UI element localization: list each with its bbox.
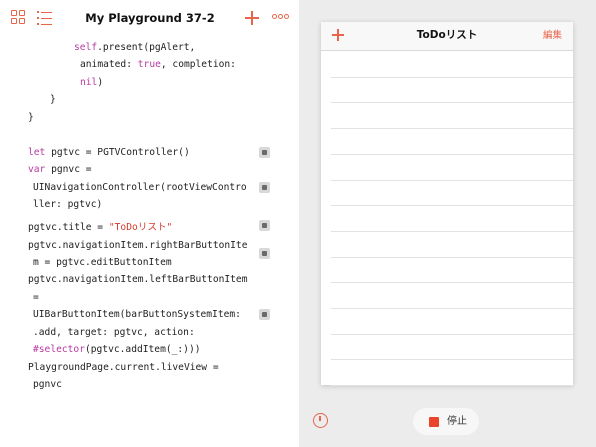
code-keyword: let xyxy=(28,147,46,158)
code-line[interactable]: animated: true, completion: xyxy=(80,59,236,71)
code-line[interactable]: PlaygroundPage.current.liveView = xyxy=(28,362,219,374)
live-view-panel: ToDoリスト 編集 停止 xyxy=(299,0,596,447)
result-badge-icon[interactable] xyxy=(259,182,270,193)
code-line[interactable]: = xyxy=(33,292,39,304)
code-text: animated: xyxy=(80,59,138,70)
result-badge-icon[interactable] xyxy=(259,248,270,259)
table-row-separator xyxy=(331,230,573,232)
code-text: , completion: xyxy=(160,59,236,70)
code-text: pgnvc xyxy=(33,379,62,390)
result-badge-icon[interactable] xyxy=(259,147,270,158)
code-line[interactable]: pgnvc xyxy=(33,379,62,391)
table-row-separator xyxy=(331,359,573,361)
result-badge-icon[interactable] xyxy=(259,220,270,231)
code-text: pgnvc = xyxy=(45,164,92,175)
code-text: .add, target: pgtvc, action: xyxy=(33,327,195,338)
code-line[interactable]: m = pgtvc.editButtonItem xyxy=(33,257,172,269)
code-line[interactable]: } xyxy=(50,94,56,106)
result-badge-icon[interactable] xyxy=(259,309,270,320)
navigation-bar: ToDoリスト 編集 xyxy=(321,22,573,51)
code-line[interactable]: ller: pgtvc) xyxy=(33,199,102,211)
live-view-device[interactable]: ToDoリスト 編集 xyxy=(321,22,573,387)
code-text: pgtvc = PGTVController() xyxy=(45,147,190,158)
table-row-separator xyxy=(331,256,573,258)
table-row-separator xyxy=(331,102,573,104)
stop-icon xyxy=(429,417,439,427)
code-text: pgtvc.title = xyxy=(28,222,109,233)
run-controls: 停止 xyxy=(299,400,596,447)
stop-label: 停止 xyxy=(447,416,467,427)
table-row-separator xyxy=(331,333,573,335)
stopwatch-icon[interactable] xyxy=(313,413,328,428)
table-row-separator xyxy=(331,385,573,387)
code-line[interactable]: UIBarButtonItem(barButtonSystemItem: xyxy=(33,309,241,321)
code-line[interactable]: let pgtvc = PGTVController() xyxy=(28,147,190,159)
edit-button[interactable]: 編集 xyxy=(543,29,562,42)
code-line[interactable]: self.present(pgAlert, xyxy=(74,42,195,54)
code-line[interactable]: pgtvc.title = "ToDoリスト" xyxy=(28,222,172,234)
code-keyword: #selector xyxy=(33,344,85,355)
table-row-separator xyxy=(331,308,573,309)
nav-title: ToDoリスト xyxy=(416,29,478,41)
code-keyword: true xyxy=(137,59,161,70)
code-text: ) xyxy=(97,77,104,88)
todo-table[interactable] xyxy=(321,51,573,387)
code-line[interactable]: UINavigationController(rootViewContro xyxy=(33,182,247,194)
table-row-separator xyxy=(331,205,573,207)
code-string: "ToDoリスト" xyxy=(108,222,173,233)
code-line[interactable]: } xyxy=(28,112,34,124)
table-row-separator xyxy=(331,128,573,130)
table-row-separator xyxy=(331,179,573,181)
code-line[interactable]: #selector(pgtvc.addItem(_:))) xyxy=(33,344,201,356)
code-line[interactable]: pgtvc.navigationItem.rightBarButtonIte xyxy=(28,240,248,252)
code-keyword: nil xyxy=(80,77,98,88)
code-area[interactable]: self.present(pgAlert, animated: true, co… xyxy=(0,0,299,447)
table-row-separator xyxy=(331,282,573,284)
code-text: pgtvc.navigationItem.leftBarButtonItem xyxy=(28,274,248,285)
code-text: PlaygroundPage.current.liveView = xyxy=(28,362,219,373)
code-text: = xyxy=(33,292,39,303)
stop-button[interactable]: 停止 xyxy=(413,408,479,435)
code-text: ller: pgtvc) xyxy=(33,199,103,210)
code-text: UIBarButtonItem(barButtonSystemItem: xyxy=(33,309,241,320)
code-keyword: var xyxy=(28,164,46,175)
add-item-button[interactable] xyxy=(330,27,346,43)
code-line[interactable]: var pgnvc = xyxy=(28,164,92,176)
code-text: } xyxy=(28,112,34,123)
code-text: } xyxy=(50,94,56,105)
code-keyword: self xyxy=(74,42,98,53)
code-text: pgtvc.navigationItem.rightBarButtonIte xyxy=(28,240,248,251)
code-line[interactable]: .add, target: pgtvc, action: xyxy=(33,327,195,339)
code-text: (pgtvc.addItem(_:))) xyxy=(84,344,201,355)
code-text: m = pgtvc.editButtonItem xyxy=(33,257,172,268)
code-line[interactable]: pgtvc.navigationItem.leftBarButtonItem xyxy=(28,274,248,286)
table-row-separator xyxy=(331,76,573,78)
code-editor: My Playground 37-2 self.present(pgAlert,… xyxy=(0,0,299,447)
table-row-separator xyxy=(331,153,573,155)
code-line[interactable]: nil) xyxy=(80,77,103,89)
code-text: UINavigationController(rootViewContro xyxy=(33,182,247,193)
code-text: .present(pgAlert, xyxy=(97,42,196,53)
